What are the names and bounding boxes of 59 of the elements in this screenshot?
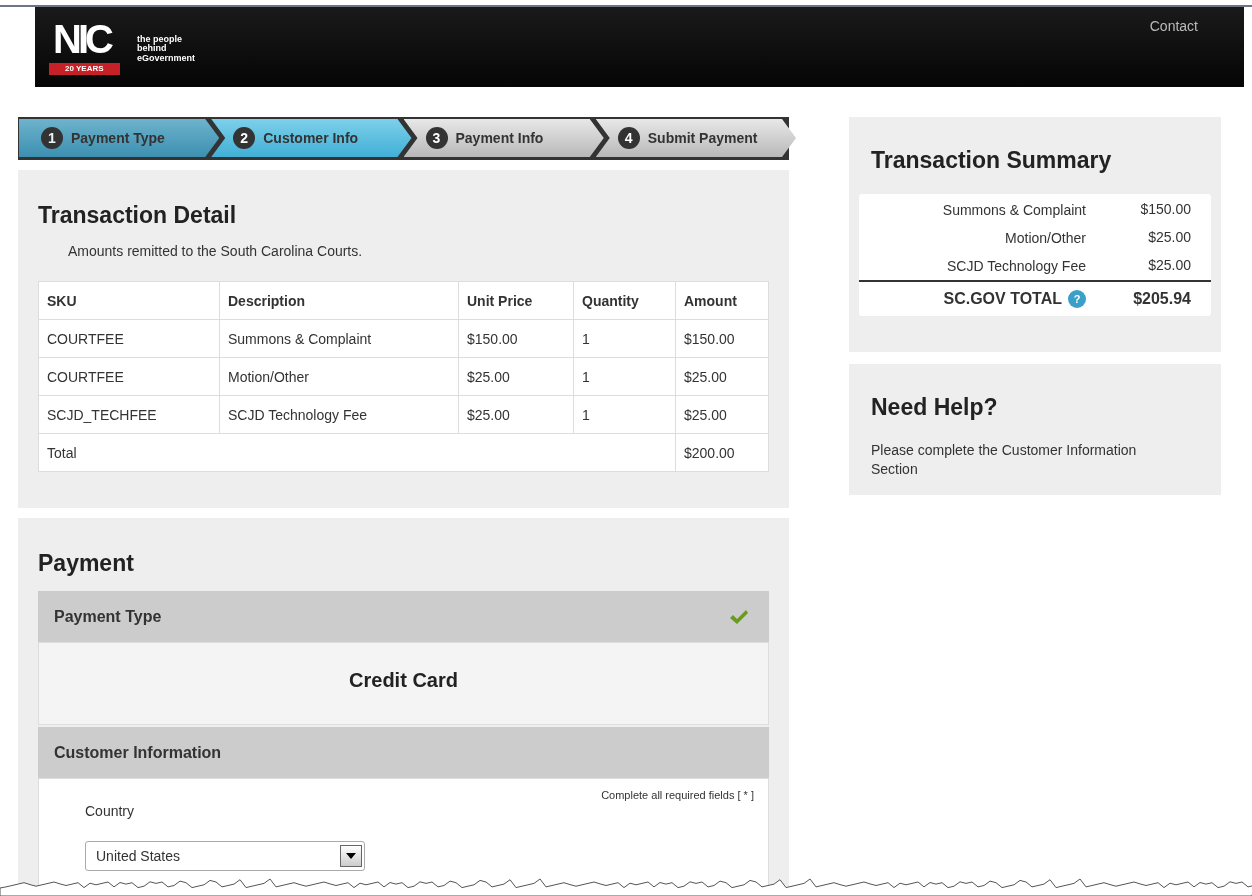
field-label: Country: [85, 803, 135, 819]
step-tab[interactable]: 4 Submit Payment: [595, 119, 796, 157]
note-text: Amounts remitted to the South Carolina Courts.: [68, 243, 364, 259]
column-header: Description: [219, 281, 459, 320]
step-number: 2: [233, 127, 256, 149]
table-cell: 1: [573, 319, 676, 358]
nav-link[interactable]: Contact: [1149, 18, 1198, 34]
selected-value: Credit Card: [348, 669, 459, 692]
table-cell: $25.00: [458, 395, 574, 434]
section-header[interactable]: Payment Type: [38, 591, 769, 642]
total-amount: $205.94: [1132, 290, 1192, 308]
section-title: Transaction Summary: [871, 147, 1113, 174]
item-amount: $150.00: [1139, 201, 1192, 219]
table-cell: $25.00: [675, 395, 769, 434]
step-tab[interactable]: 2 Customer Info: [211, 119, 412, 157]
item-name: Motion/Other: [1005, 229, 1086, 247]
section-title: Need Help?: [871, 394, 999, 421]
logo-tagline: the people: [137, 34, 183, 45]
table-cell: $25.00: [458, 357, 574, 396]
total-label: SC.GOV TOTAL: [943, 290, 1062, 308]
section-heading: Customer Information: [54, 743, 222, 762]
table-cell: $150.00: [458, 319, 574, 358]
section-title: Payment: [38, 550, 135, 577]
logo-tagline: behind: [137, 44, 167, 54]
item-name: Summons & Complaint: [942, 201, 1086, 219]
column-header: Amount: [675, 281, 769, 320]
item-amount: $25.00: [1147, 229, 1192, 247]
column-header: Quantity: [573, 281, 676, 320]
logo[interactable]: NIC 20 YEARS the people behind eGovernment: [49, 19, 196, 79]
table-cell: COURTFEE: [38, 357, 220, 396]
logo-tagline: eGovernment: [137, 53, 196, 64]
step-number: 3: [425, 127, 448, 149]
column-header: SKU: [38, 281, 220, 320]
section-title: Transaction Detail: [38, 202, 238, 229]
table-cell: 1: [573, 357, 676, 396]
country-dropdown[interactable]: United States: [85, 841, 365, 871]
step-tab[interactable]: 1 Payment Type: [19, 119, 220, 157]
table-cell: 1: [573, 395, 676, 434]
table-cell: Total: [38, 433, 676, 472]
step-number: 1: [41, 127, 63, 149]
table-cell: $150.00: [675, 319, 769, 358]
logo-banner: 20 YEARS: [49, 63, 120, 75]
logo-mark: NIC: [53, 19, 110, 59]
table-cell: COURTFEE: [38, 319, 220, 358]
item-name: SCJD Technology Fee: [946, 257, 1086, 275]
required-note: Complete all required fields [ * ]: [601, 789, 754, 801]
help-text: Please complete the Customer Information Section: [871, 441, 1138, 479]
section-header[interactable]: Customer Information: [38, 727, 769, 778]
item-amount: $25.00: [1147, 257, 1192, 275]
section-heading: Payment Type: [54, 607, 162, 626]
table-cell: $25.00: [675, 357, 769, 396]
table-cell: SCJD_TECHFEE: [38, 395, 220, 434]
table-cell: Summons & Complaint: [219, 319, 459, 358]
table-cell: Motion/Other: [219, 357, 459, 396]
table-cell: $200.00: [675, 433, 769, 472]
step-tab[interactable]: 3 Payment Info: [403, 119, 604, 157]
column-header: Unit Price: [458, 281, 574, 320]
step-number: 4: [617, 127, 640, 149]
table-cell: SCJD Technology Fee: [219, 395, 459, 434]
